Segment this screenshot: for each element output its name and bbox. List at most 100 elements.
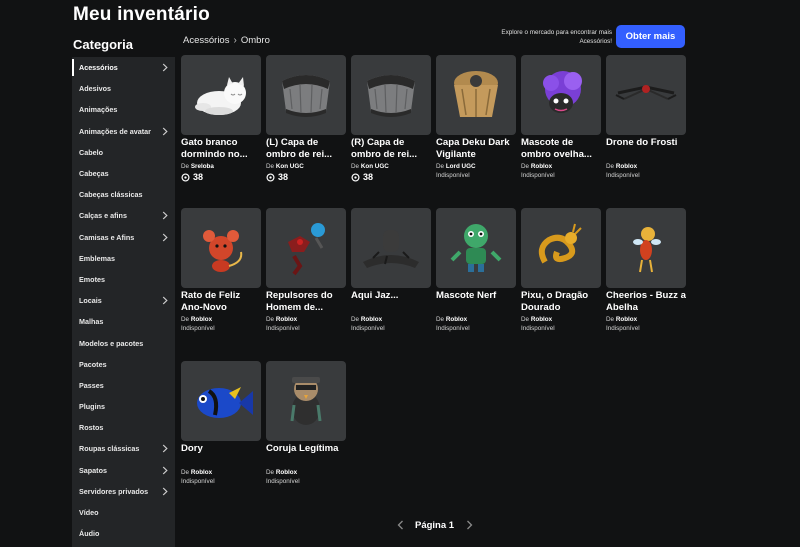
sidebar-item-label: Emblemas [79,253,115,263]
next-page-icon[interactable] [464,519,474,531]
tombstone-icon[interactable] [351,208,431,288]
chevron-right-icon[interactable] [161,127,169,136]
creator-name[interactable]: Roblox [616,316,637,323]
item-name[interactable]: Drone do Frosti [606,137,686,161]
item-name[interactable]: (R) Capa de ombro de rei... [351,137,431,161]
sidebar-item[interactable]: Áudio [72,523,175,544]
chevron-right-icon[interactable] [161,296,169,305]
item-card[interactable]: Mascote Nerf De Roblox Indisponível [436,208,516,344]
sidebar-item-label: Camisas e Afins [79,232,135,242]
creator-name[interactable]: Roblox [446,316,467,323]
item-card[interactable]: Rato de Feliz Ano-Novo De Roblox Indisponí… [181,208,261,344]
item-name[interactable]: Cheerios - Buzz a Abelha [606,290,686,314]
bee-icon[interactable] [606,208,686,288]
item-card[interactable]: Dory De Roblox Indisponível [181,361,261,497]
item-name[interactable]: Dory [181,443,261,467]
item-card[interactable]: Repulsores do Homem de... De Roblox Indisp… [266,208,346,344]
item-card[interactable]: Capa Deku Dark Vigilante De Lord UGC Indis… [436,55,516,191]
item-creator: De Roblox [521,163,601,171]
creator-name[interactable]: Roblox [276,469,297,476]
creator-name[interactable]: Lord UGC [446,163,476,170]
creator-name[interactable]: Roblox [531,163,552,170]
repulsor-icon[interactable] [266,208,346,288]
item-name[interactable]: Capa Deku Dark Vigilante [436,137,516,161]
creator-name[interactable]: Roblox [616,163,637,170]
sidebar-item[interactable]: Sapatos [72,460,175,481]
item-name[interactable]: Mascote Nerf [436,290,516,314]
sidebar-item-label: Modelos e pacotes [79,338,144,348]
creator-name[interactable]: Kon UGC [276,163,304,170]
item-name[interactable]: Repulsores do Homem de... [266,290,346,314]
item-card[interactable]: Coruja Legítima De Roblox Indisponível [266,361,346,497]
chevron-right-icon[interactable] [161,466,169,475]
item-name[interactable]: Coruja Legítima [266,443,346,467]
sheep-mascot-icon[interactable] [521,55,601,135]
item-card[interactable]: Gato branco dormindo no... De Sreloba 38 [181,55,261,191]
item-card[interactable]: Drone do Frosti De Roblox Indisponível [606,55,686,191]
sidebar-item[interactable]: Animações [72,99,175,120]
sidebar-item[interactable]: Roupas clássicas [72,438,175,459]
sidebar-item[interactable]: Emblemas [72,248,175,269]
sidebar-item[interactable]: Plugins [72,396,175,417]
owl-icon[interactable] [266,361,346,441]
sidebar-item[interactable]: Cabelo [72,142,175,163]
creator-name[interactable]: Roblox [531,316,552,323]
item-card[interactable]: Cheerios - Buzz a Abelha De Roblox Indispo… [606,208,686,344]
creator-name[interactable]: Kon UGC [361,163,389,170]
sidebar-item[interactable]: Animações de avatar [72,121,175,142]
fish-icon[interactable] [181,361,261,441]
sidebar-item[interactable]: Pacotes [72,354,175,375]
drone-icon[interactable] [606,55,686,135]
breadcrumb-root[interactable]: Acessórios [183,35,229,46]
chevron-right-icon[interactable] [161,63,169,72]
item-name[interactable]: Rato de Feliz Ano-Novo [181,290,261,314]
item-card[interactable]: Aqui Jaz... De Roblox Indisponível [351,208,431,344]
creator-name[interactable]: Roblox [276,316,297,323]
shoulder-cape-icon[interactable] [351,55,431,135]
sidebar-item[interactable]: Emotes [72,269,175,290]
sidebar-item[interactable]: Camisas e Afins [72,227,175,248]
get-more-button[interactable]: Obter mais [616,25,685,48]
item-card[interactable]: Pixu, o Dragão Dourado De Roblox Indisponí… [521,208,601,344]
deku-cape-icon[interactable] [436,55,516,135]
previous-page-icon[interactable] [395,519,405,531]
creator-name[interactable]: Sreloba [191,163,214,170]
item-creator: De Roblox [181,469,261,477]
creator-name[interactable]: Roblox [361,316,382,323]
sidebar-item[interactable]: Locais [72,290,175,311]
shoulder-cape-icon[interactable] [266,55,346,135]
item-card[interactable]: Mascote de ombro ovelha... De Roblox Indis… [521,55,601,191]
item-name[interactable]: Gato branco dormindo no... [181,137,261,161]
white-cat-icon[interactable] [181,55,261,135]
chevron-right-icon[interactable] [161,211,169,220]
sidebar-item[interactable]: Cabeças clássicas [72,184,175,205]
rat-icon[interactable] [181,208,261,288]
chevron-right-icon[interactable] [161,487,169,496]
item-name[interactable]: Pixu, o Dragão Dourado [521,290,601,314]
nerf-mascot-icon[interactable] [436,208,516,288]
chevron-right-icon[interactable] [161,233,169,242]
sidebar-item[interactable]: Acessórios [72,57,175,78]
item-name[interactable]: Mascote de ombro ovelha... [521,137,601,161]
creator-name[interactable]: Roblox [191,469,212,476]
sidebar-item[interactable]: Adesivos [72,78,175,99]
chevron-right-icon: › [233,35,237,46]
creator-prefix: De [606,163,615,170]
golden-dragon-icon[interactable] [521,208,601,288]
creator-name[interactable]: Roblox [191,316,212,323]
item-name[interactable]: Aqui Jaz... [351,290,431,314]
item-card[interactable]: (R) Capa de ombro de rei... De Kon UGC 38 [351,55,431,191]
chevron-right-icon[interactable] [161,445,169,453]
creator-prefix: De [181,163,190,170]
sidebar-item[interactable]: Passes [72,375,175,396]
item-name[interactable]: (L) Capa de ombro de rei... [266,137,346,161]
sidebar-item[interactable]: Rostos [72,417,175,438]
sidebar-item[interactable]: Vídeo [72,502,175,523]
sidebar-item[interactable]: Cabeças [72,163,175,184]
sidebar-item[interactable]: Calças e afins [72,205,175,226]
sidebar-item[interactable]: Malhas [72,311,175,332]
item-card[interactable]: (L) Capa de ombro de rei... De Kon UGC 38 [266,55,346,191]
sidebar-item[interactable]: Servidores privados [72,481,175,502]
sidebar-item[interactable]: Modelos e pacotes [72,332,175,353]
item-creator: De Sreloba [181,163,261,171]
